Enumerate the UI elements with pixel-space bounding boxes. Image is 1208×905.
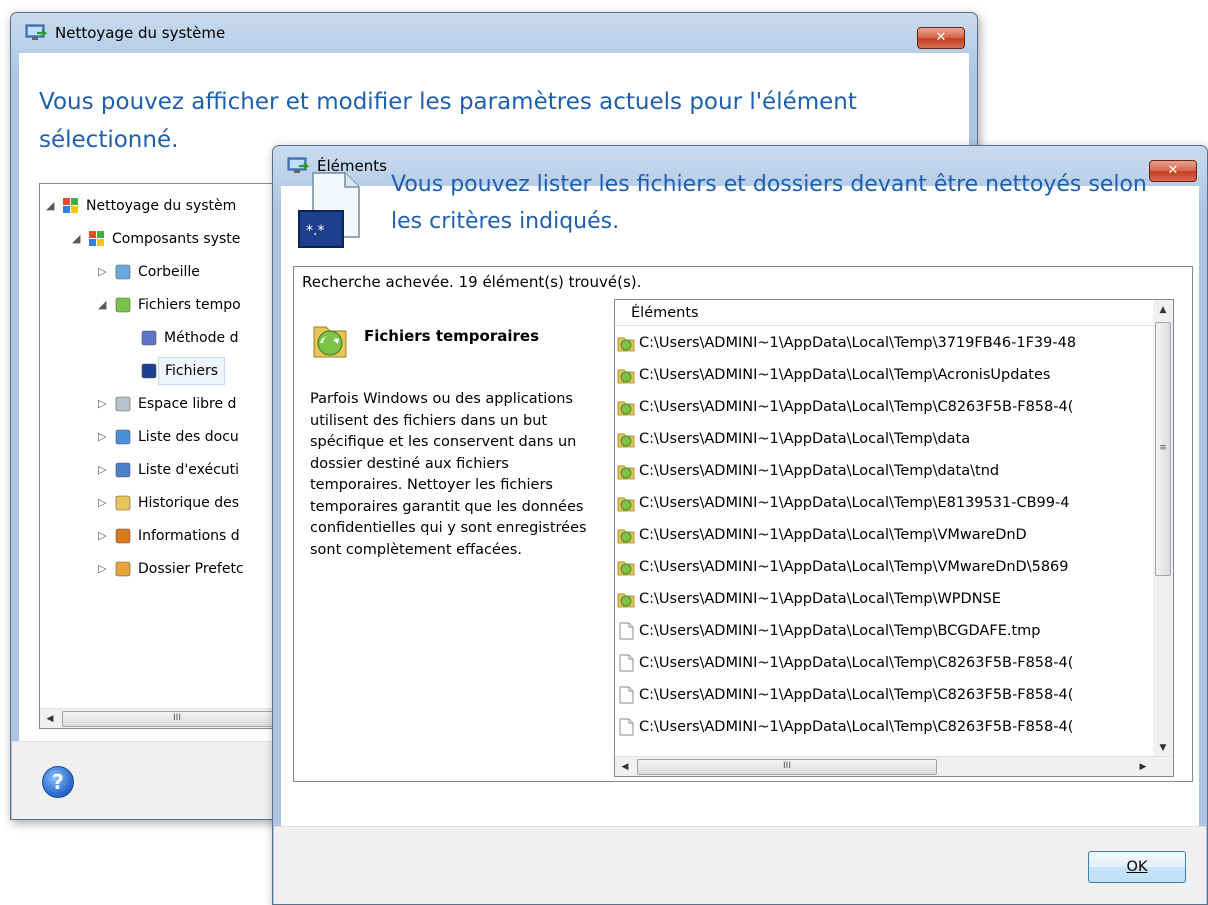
tree-item-label: Méthode d: [164, 330, 239, 346]
documents-icon: [115, 429, 131, 445]
list-item-path: C:\Users\ADMINI~1\AppData\Local\Temp\E81…: [639, 495, 1070, 511]
list-item-path: C:\Users\ADMINI~1\AppData\Local\Temp\VMw…: [639, 527, 1027, 543]
description-text: Parfois Windows ou des applications util…: [310, 391, 587, 558]
expand-arrow-icon[interactable]: ▷: [98, 390, 110, 418]
scroll-left-icon[interactable]: ◀: [40, 709, 60, 728]
list-horizontal-scrollbar[interactable]: ◀ III ▶: [615, 756, 1173, 776]
tree-item-label: Liste des docu: [138, 429, 239, 445]
page-heading: Vous pouvez lister les fichiers et dossi…: [391, 172, 1147, 234]
list-item-path: C:\Users\ADMINI~1\AppData\Local\Temp\VMw…: [639, 559, 1069, 575]
collapse-arrow-icon[interactable]: ◢: [98, 291, 110, 319]
list-item-path: C:\Users\ADMINI~1\AppData\Local\Temp\C82…: [639, 719, 1074, 735]
temp-folder-icon: [617, 465, 635, 480]
list-item-path: C:\Users\ADMINI~1\AppData\Local\Temp\371…: [639, 335, 1077, 351]
windows-flag-icon: [89, 231, 104, 246]
expand-arrow-icon[interactable]: ▷: [98, 489, 110, 517]
temp-files-icon: [115, 297, 131, 313]
run-list-icon: [115, 462, 131, 478]
list-item-path: C:\Users\ADMINI~1\AppData\Local\Temp\C82…: [639, 687, 1074, 703]
list-item-path: C:\Users\ADMINI~1\AppData\Local\Temp\dat…: [639, 431, 971, 447]
tree-item-label: Historique des: [138, 495, 240, 511]
list-item-path: C:\Users\ADMINI~1\AppData\Local\Temp\C82…: [639, 399, 1074, 415]
temp-folder-icon: [617, 401, 635, 416]
tree-item-label: Composants syste: [112, 231, 241, 247]
temp-folder-icon: [617, 497, 635, 512]
disk-icon: [115, 396, 131, 412]
scroll-up-icon[interactable]: ▲: [1153, 300, 1173, 320]
temp-folder-icon: [617, 593, 635, 608]
list-item-path: C:\Users\ADMINI~1\AppData\Local\Temp\BCG…: [639, 623, 1041, 639]
network-info-icon: [115, 528, 131, 544]
scroll-thumb[interactable]: III: [62, 711, 292, 727]
vertical-scrollbar[interactable]: ▲ ≡ ▼: [1153, 300, 1173, 758]
expand-arrow-icon[interactable]: ▷: [98, 258, 110, 286]
list-rows: C:\Users\ADMINI~1\AppData\Local\Temp\371…: [615, 328, 1155, 750]
results-panel: Recherche achevée. 19 élément(s) trouvé(…: [293, 266, 1193, 782]
temp-folder-icon: [617, 369, 635, 384]
window-title: Nettoyage du système: [55, 24, 226, 42]
svg-text:*.*: *.*: [306, 223, 324, 239]
tree-item-label: Informations d: [138, 528, 240, 544]
help-icon[interactable]: ?: [42, 766, 74, 798]
expand-arrow-icon[interactable]: ▷: [98, 555, 110, 583]
recycle-bin-icon: [115, 264, 131, 280]
file-icon: [619, 718, 634, 736]
file-list-icon: *.*: [298, 172, 360, 248]
history-icon: [115, 495, 131, 511]
list-item-path: C:\Users\ADMINI~1\AppData\Local\Temp\WPD…: [639, 591, 1001, 607]
scroll-down-icon[interactable]: ▼: [1153, 738, 1173, 758]
file-icon: [619, 686, 634, 704]
tree-item-label: Liste d'exécuti: [138, 462, 240, 478]
files-icon: [141, 363, 157, 379]
windows-flag-icon: [63, 198, 78, 213]
description-title: Fichiers temporaires: [364, 327, 539, 345]
tree-item-label: Espace libre d: [138, 396, 237, 412]
scroll-left-icon[interactable]: ◀: [615, 757, 635, 776]
column-header-elements[interactable]: Éléments: [615, 300, 1155, 326]
collapse-arrow-icon[interactable]: ◢: [46, 192, 58, 220]
list-item-path: C:\Users\ADMINI~1\AppData\Local\Temp\Acr…: [639, 367, 1051, 383]
expand-arrow-icon[interactable]: ▷: [98, 456, 110, 484]
tree-item-label: Fichiers tempo: [138, 297, 241, 313]
file-icon: [619, 622, 634, 640]
ok-label: OK: [1126, 859, 1148, 875]
tree-item-label: Dossier Prefetc: [138, 561, 244, 577]
scroll-right-icon[interactable]: ▶: [1133, 757, 1153, 776]
prefetch-folder-icon: [115, 561, 131, 577]
tree-item-label: Fichiers: [158, 357, 226, 385]
app-icon: [25, 24, 47, 40]
temp-folder-icon: [617, 529, 635, 544]
elements-window: Éléments ✕ *.* Vous pouvez lister les fi…: [272, 145, 1208, 905]
temp-folder-icon: [617, 561, 635, 576]
expand-arrow-icon[interactable]: ▷: [98, 522, 110, 550]
temp-folder-icon: [617, 337, 635, 352]
file-icon: [619, 654, 634, 672]
scroll-thumb[interactable]: III: [637, 759, 937, 775]
search-status: Recherche achevée. 19 élément(s) trouvé(…: [302, 273, 642, 291]
collapse-arrow-icon[interactable]: ◢: [72, 225, 84, 253]
tree-item-label: Corbeille: [138, 264, 200, 280]
list-item-path: C:\Users\ADMINI~1\AppData\Local\Temp\C82…: [639, 655, 1074, 671]
expand-arrow-icon[interactable]: ▷: [98, 423, 110, 451]
items-client-area: *.* Vous pouvez lister les fichiers et d…: [281, 172, 1199, 826]
temp-files-icon: [313, 326, 347, 358]
temp-folder-icon: [617, 433, 635, 448]
vertical-scroll-thumb[interactable]: ≡: [1155, 322, 1171, 576]
method-icon: [141, 330, 157, 346]
elements-list[interactable]: Éléments C:\Users\ADMINI~1\AppData\Local…: [614, 299, 1174, 777]
tree-item-label: Nettoyage du systèm: [86, 198, 237, 214]
ok-button[interactable]: OK: [1088, 851, 1186, 883]
list-item-path: C:\Users\ADMINI~1\AppData\Local\Temp\dat…: [639, 463, 1000, 479]
items-footer: OK: [274, 826, 1206, 904]
title-bar: Nettoyage du système ✕: [11, 13, 977, 53]
close-button[interactable]: ✕: [917, 27, 965, 49]
